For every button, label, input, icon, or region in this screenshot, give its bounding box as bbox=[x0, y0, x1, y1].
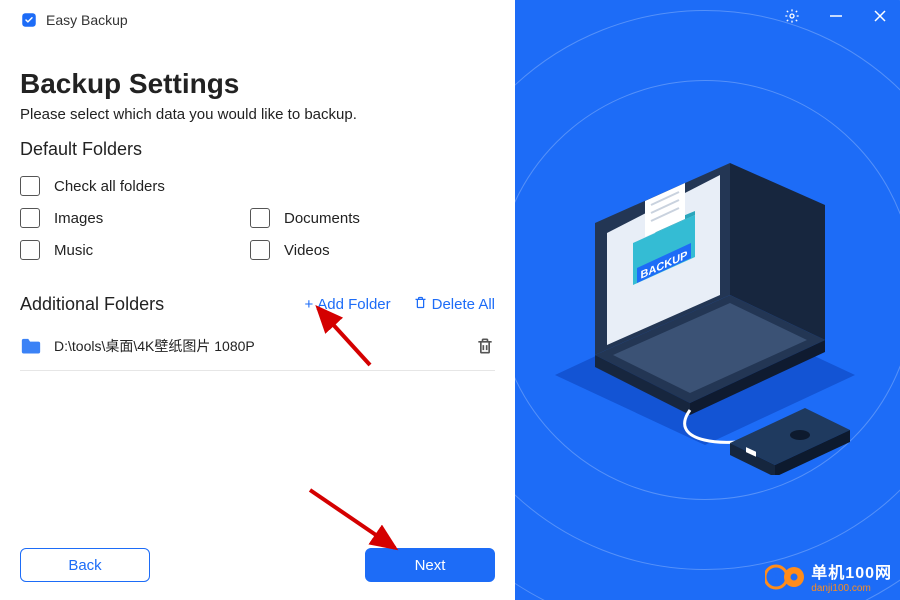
page-title: Backup Settings bbox=[20, 68, 495, 100]
delete-all-button[interactable]: Delete All bbox=[413, 295, 495, 314]
checkbox-music-row: Music bbox=[20, 234, 250, 266]
right-panel: BACKUP + 单机100网 danji100.com bbox=[515, 0, 900, 600]
additional-folders-label: Additional Folders bbox=[20, 294, 164, 315]
next-button[interactable]: Next bbox=[365, 548, 495, 582]
additional-header: Additional Folders + Add Folder Delete A… bbox=[20, 294, 495, 315]
check-all-checkbox[interactable] bbox=[20, 176, 40, 196]
folder-delete-button[interactable] bbox=[475, 336, 495, 356]
checkbox-images[interactable] bbox=[20, 208, 40, 228]
app-window: Easy Backup Backup Settings Please selec… bbox=[0, 0, 900, 600]
settings-button[interactable] bbox=[784, 8, 800, 24]
check-all-label: Check all folders bbox=[54, 178, 165, 195]
checkbox-documents[interactable] bbox=[250, 208, 270, 228]
checkbox-images-label: Images bbox=[54, 210, 103, 227]
back-button[interactable]: Back bbox=[20, 548, 150, 582]
minimize-button[interactable] bbox=[828, 8, 844, 24]
watermark-line2: danji100.com bbox=[811, 583, 892, 594]
watermark-line1: 单机100网 bbox=[811, 559, 892, 583]
app-icon bbox=[20, 11, 38, 29]
page-subtitle: Please select which data you would like … bbox=[20, 106, 495, 123]
plus-icon: + bbox=[304, 296, 313, 313]
checkbox-videos-row: Videos bbox=[250, 234, 480, 266]
checkbox-music[interactable] bbox=[20, 240, 40, 260]
folder-grid: Images Documents Music Videos bbox=[20, 202, 495, 266]
checkbox-documents-label: Documents bbox=[284, 210, 360, 227]
backup-illustration: BACKUP bbox=[555, 145, 855, 480]
folder-icon bbox=[20, 337, 42, 355]
add-folder-button[interactable]: + Add Folder bbox=[304, 296, 390, 313]
folder-item: D:\tools\桌面\4K壁纸图片 1080P bbox=[20, 329, 495, 371]
default-folders-label: Default Folders bbox=[20, 139, 495, 160]
window-controls bbox=[784, 8, 888, 24]
check-all-row: Check all folders bbox=[20, 170, 495, 202]
folder-path: D:\tools\桌面\4K壁纸图片 1080P bbox=[54, 336, 475, 356]
next-button-label: Next bbox=[415, 557, 446, 574]
app-title: Easy Backup bbox=[46, 12, 128, 28]
checkbox-documents-row: Documents bbox=[250, 202, 480, 234]
add-folder-label: Add Folder bbox=[317, 296, 390, 313]
svg-text:+: + bbox=[772, 569, 780, 585]
checkbox-videos-label: Videos bbox=[284, 242, 330, 259]
title-bar: Easy Backup bbox=[20, 0, 495, 40]
back-button-label: Back bbox=[68, 557, 101, 574]
checkbox-videos[interactable] bbox=[250, 240, 270, 260]
footer: Back Next bbox=[20, 548, 495, 582]
watermark: + 单机100网 danji100.com bbox=[765, 559, 892, 594]
delete-all-label: Delete All bbox=[432, 296, 495, 313]
checkbox-music-label: Music bbox=[54, 242, 93, 259]
checkbox-images-row: Images bbox=[20, 202, 250, 234]
left-panel: Easy Backup Backup Settings Please selec… bbox=[0, 0, 515, 600]
trash-icon bbox=[413, 295, 428, 314]
watermark-icon: + bbox=[765, 564, 805, 590]
close-button[interactable] bbox=[872, 8, 888, 24]
